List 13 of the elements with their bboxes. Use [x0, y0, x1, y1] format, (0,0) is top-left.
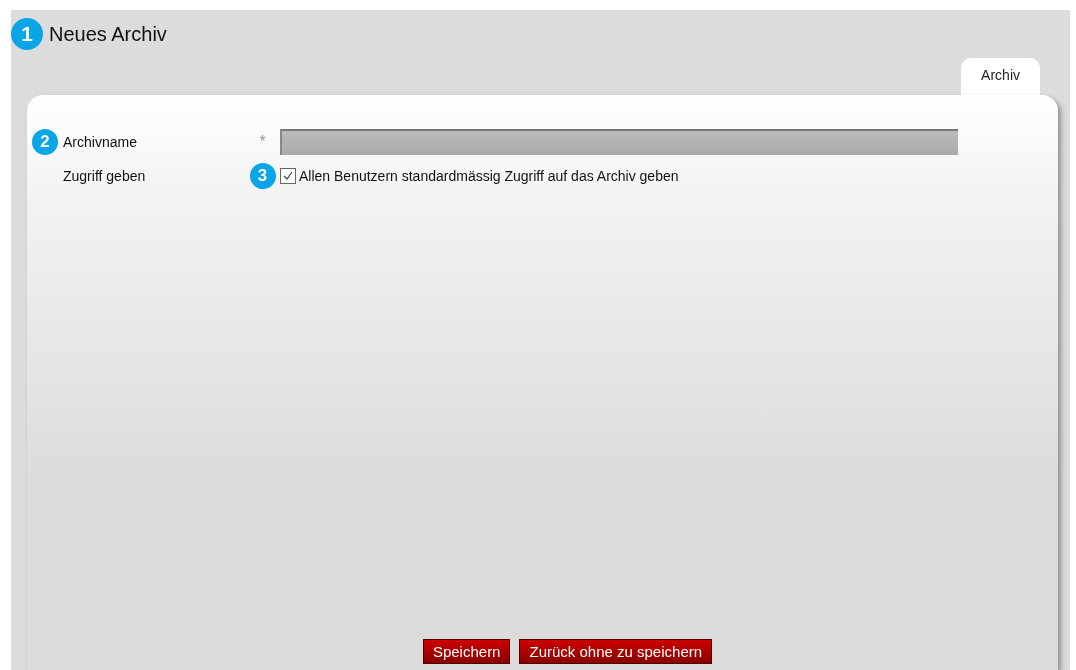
page-title: Neues Archiv [49, 22, 167, 46]
step-marker: 3 [249, 163, 276, 189]
field-label: Zugriff geben [63, 168, 147, 184]
field-label: Archivname [63, 134, 138, 150]
checkbox[interactable] [280, 168, 296, 184]
save-button[interactable]: Speichern [422, 639, 511, 664]
input-field[interactable] [280, 129, 958, 155]
required-mark: * [258, 133, 267, 151]
checkbox-label: Allen Benutzern standardmässig Zugriff auf das Archiv geben [299, 168, 679, 184]
back-button[interactable]: Zurück ohne zu speichern [519, 639, 713, 664]
step-marker: 1 [11, 18, 43, 50]
tab[interactable]: Archiv [961, 58, 1040, 95]
step-marker: 2 [32, 129, 58, 155]
